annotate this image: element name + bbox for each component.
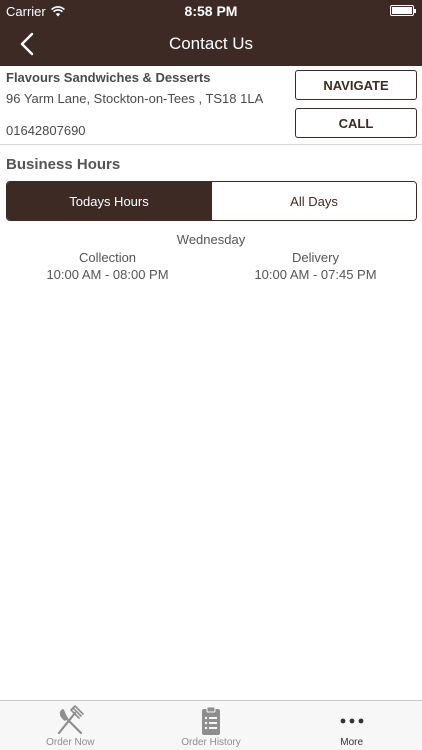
business-hours-title: Business Hours — [6, 156, 121, 173]
delivery-label: Delivery — [292, 250, 339, 265]
delivery-time: 10:00 AM - 07:45 PM — [254, 267, 377, 282]
clipboard-icon — [194, 705, 228, 737]
more-icon — [335, 705, 369, 737]
hours-segmented-control: Todays Hours All Days — [6, 181, 417, 221]
page-title: Contact Us — [168, 34, 254, 53]
store-address: 96 Yarm Lane, Stockton-on-Tees , TS18 1L… — [6, 91, 264, 106]
tab-order-history[interactable]: Order History — [141, 701, 282, 750]
tab-label-order-now: Order Now — [46, 737, 95, 748]
collection-hours: Collection 10:00 AM - 08:00 PM — [2, 249, 213, 283]
navigate-button[interactable]: NAVIGATE — [295, 70, 417, 100]
fork-knife-icon — [53, 705, 87, 737]
tab-all-days[interactable]: All Days — [211, 182, 416, 220]
tab-todays-hours[interactable]: Todays Hours — [7, 182, 211, 220]
tab-order-now[interactable]: Order Now — [0, 701, 141, 750]
store-info: Flavours Sandwiches & Desserts 96 Yarm L… — [0, 66, 422, 145]
status-bar: Carrier 8:58 PM — [0, 0, 422, 22]
battery-icon — [390, 5, 416, 16]
status-time: 8:58 PM — [184, 3, 238, 19]
call-button[interactable]: CALL — [295, 108, 417, 138]
navigation-bar: Contact Us — [0, 22, 422, 66]
store-name: Flavours Sandwiches & Desserts — [6, 70, 211, 85]
tab-label-order-history: Order History — [181, 737, 241, 748]
tab-more[interactable]: More — [281, 701, 422, 750]
delivery-hours: Delivery 10:00 AM - 07:45 PM — [210, 249, 421, 283]
tab-bar: Order Now Order History More — [0, 700, 422, 750]
store-phone: 01642807690 — [6, 123, 86, 138]
tab-label-more: More — [340, 737, 364, 748]
collection-label: Collection — [78, 250, 137, 265]
day-label: Wednesday — [176, 232, 246, 247]
collection-time: 10:00 AM - 08:00 PM — [46, 267, 169, 282]
